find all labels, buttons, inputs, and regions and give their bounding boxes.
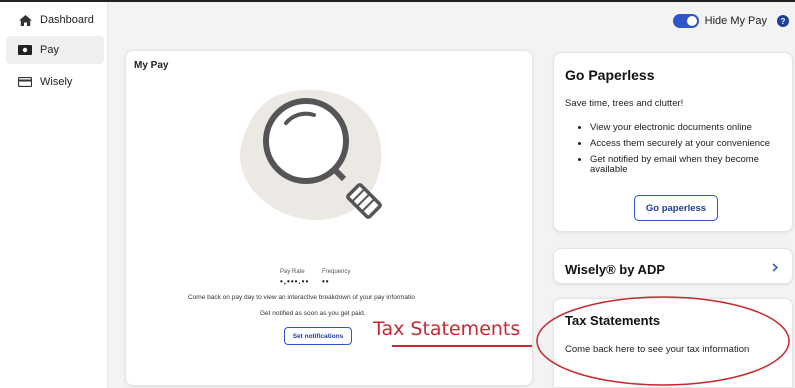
sidebar-item-wisely[interactable]: Wisely — [6, 68, 104, 96]
help-icon[interactable]: ? — [777, 15, 789, 27]
sidebar: Dashboard Pay Wisely — [0, 2, 108, 388]
magnifying-glass-icon — [240, 89, 382, 221]
frequency-label: Frequency — [322, 269, 351, 275]
tax-statements-subtitle: Come back here to see your tax informati… — [565, 344, 750, 355]
go-paperless-card: Go Paperless Save time, trees and clutte… — [553, 52, 793, 232]
pay-day-note: Come back on pay day to view an interact… — [188, 294, 415, 301]
pay-rate-value: •,•••.•• — [280, 277, 310, 286]
tax-statements-title: Tax Statements — [565, 313, 661, 328]
pay-rate-label: Pay Rate — [280, 269, 305, 275]
wisely-title: Wisely® by ADP — [565, 262, 666, 277]
go-paperless-button[interactable]: Go paperless — [634, 195, 718, 221]
wisely-card[interactable]: Wisely® by ADP — [553, 248, 793, 284]
go-paperless-subtitle: Save time, trees and clutter! — [565, 98, 684, 109]
my-pay-title: My Pay — [134, 60, 169, 71]
set-notifications-button[interactable]: Set notifications — [284, 327, 352, 345]
list-item: View your electronic documents online — [590, 123, 792, 133]
annotation-label: Tax Statements — [373, 318, 521, 340]
sidebar-item-label: Dashboard — [40, 14, 94, 26]
toggle-knob — [686, 16, 697, 26]
home-icon — [18, 14, 32, 26]
list-item: Access them securely at your convenience — [590, 139, 792, 149]
go-paperless-title: Go Paperless — [565, 67, 655, 83]
pay-icon — [18, 44, 32, 56]
top-border — [0, 0, 795, 2]
sidebar-item-label: Pay — [40, 44, 59, 56]
sidebar-item-pay[interactable]: Pay — [6, 36, 104, 64]
paperless-benefits-list: View your electronic documents online Ac… — [580, 123, 792, 181]
card-icon — [18, 76, 32, 88]
sidebar-item-label: Wisely — [40, 76, 73, 88]
hide-pay-control: Hide My Pay ? — [672, 14, 789, 28]
list-item: Get notified by email when they become a… — [590, 155, 792, 175]
sidebar-item-dashboard[interactable]: Dashboard — [6, 6, 104, 34]
chevron-right-icon[interactable] — [772, 263, 779, 275]
frequency-value: •• — [322, 277, 330, 286]
hide-my-pay-toggle[interactable] — [672, 14, 699, 28]
tax-statements-card: Tax Statements Come back here to see you… — [553, 298, 793, 388]
notify-note: Get notified as soon as you get paid. — [260, 310, 366, 317]
hide-my-pay-label: Hide My Pay — [704, 15, 767, 27]
